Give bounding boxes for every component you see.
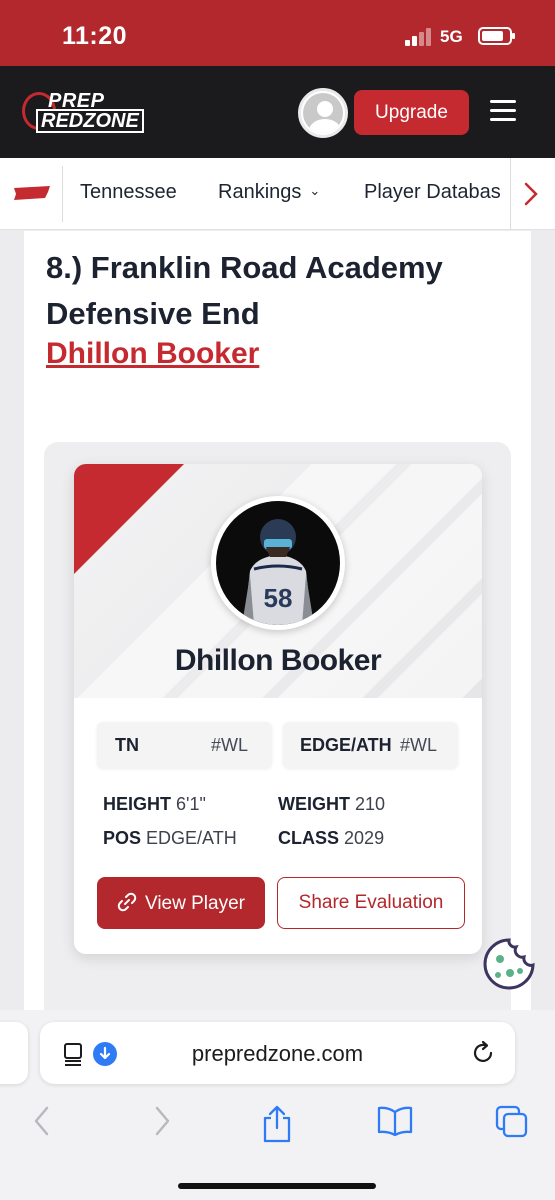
card-container: 58 Dhillon Booker TN #WL EDGE/ATH #WL HE… <box>44 442 511 1011</box>
chevron-down-icon: ⌄ <box>309 183 321 198</box>
chip-rank: #WL <box>211 735 249 755</box>
signal-icon <box>405 28 433 46</box>
logo-line-2: REDZONE <box>36 109 144 133</box>
upgrade-button[interactable]: Upgrade <box>354 90 469 135</box>
stat-weight: WEIGHT 210 <box>278 794 386 814</box>
article-content: 8.) Franklin Road Academy Defensive End … <box>24 231 531 1011</box>
red-corner-accent <box>74 464 184 574</box>
status-bar: 11:20 5G <box>0 0 555 66</box>
chevron-right-icon <box>524 182 538 206</box>
stat-position: POS EDGE/ATH <box>103 828 237 848</box>
position-rank-chip: EDGE/ATH #WL <box>283 722 458 768</box>
tennessee-state-icon[interactable] <box>12 184 52 202</box>
previous-tab-preview[interactable] <box>0 1022 28 1084</box>
avatar-placeholder-icon <box>303 93 343 133</box>
prep-redzone-logo[interactable]: PREP REDZONE <box>22 90 150 134</box>
stat-class: CLASS 2029 <box>278 828 385 848</box>
nav-divider <box>62 166 63 222</box>
card-header: 58 Dhillon Booker <box>74 464 482 698</box>
network-label: 5G <box>440 27 463 46</box>
nav-item-rankings[interactable]: Rankings ⌄ <box>218 181 320 204</box>
stat-height: HEIGHT 6'1" <box>103 794 206 814</box>
nav-scroll-right-button[interactable] <box>510 158 555 229</box>
link-icon <box>117 892 137 911</box>
player-card-name: Dhillon Booker <box>174 644 382 677</box>
site-header: PREP REDZONE Upgrade <box>0 66 555 158</box>
tabs-icon[interactable] <box>494 1104 530 1140</box>
player-photo: 58 <box>211 496 345 630</box>
svg-text:58: 58 <box>264 583 293 613</box>
bookmarks-icon[interactable] <box>376 1104 414 1138</box>
player-card: 58 Dhillon Booker TN #WL EDGE/ATH #WL HE… <box>74 464 482 954</box>
reload-icon[interactable] <box>470 1040 496 1066</box>
nav-item-label: Rankings <box>218 181 302 203</box>
chip-rank: #WL <box>400 735 438 755</box>
chip-label: EDGE/ATH <box>300 735 392 755</box>
status-time: 11:20 <box>62 22 128 50</box>
state-rank-chip: TN #WL <box>97 722 272 768</box>
view-player-label: View Player <box>145 892 245 914</box>
hamburger-menu-icon[interactable] <box>490 100 516 122</box>
share-icon[interactable] <box>260 1104 294 1144</box>
browser-url-area: prepredzone.com <box>0 1010 555 1098</box>
user-avatar[interactable] <box>298 88 348 138</box>
ranking-heading: 8.) Franklin Road Academy Defensive End <box>46 250 443 331</box>
nav-item-player-database[interactable]: Player Databas <box>364 181 501 204</box>
cookie-settings-icon[interactable] <box>480 935 538 993</box>
view-player-button[interactable]: View Player <box>97 877 265 929</box>
battery-icon <box>478 27 515 45</box>
back-icon[interactable] <box>30 1104 54 1138</box>
player-name-link[interactable]: Dhillon Booker <box>46 337 259 371</box>
nav-item-tennessee[interactable]: Tennessee <box>80 181 177 204</box>
forward-icon[interactable] <box>150 1104 174 1138</box>
url-text: prepredzone.com <box>191 1041 364 1066</box>
address-bar[interactable]: prepredzone.com <box>40 1022 515 1084</box>
share-evaluation-button[interactable]: Share Evaluation <box>277 877 465 929</box>
state-nav-bar: Tennessee Rankings ⌄ Player Databas <box>0 158 555 230</box>
home-indicator <box>178 1183 376 1189</box>
chip-label: TN <box>115 735 139 755</box>
